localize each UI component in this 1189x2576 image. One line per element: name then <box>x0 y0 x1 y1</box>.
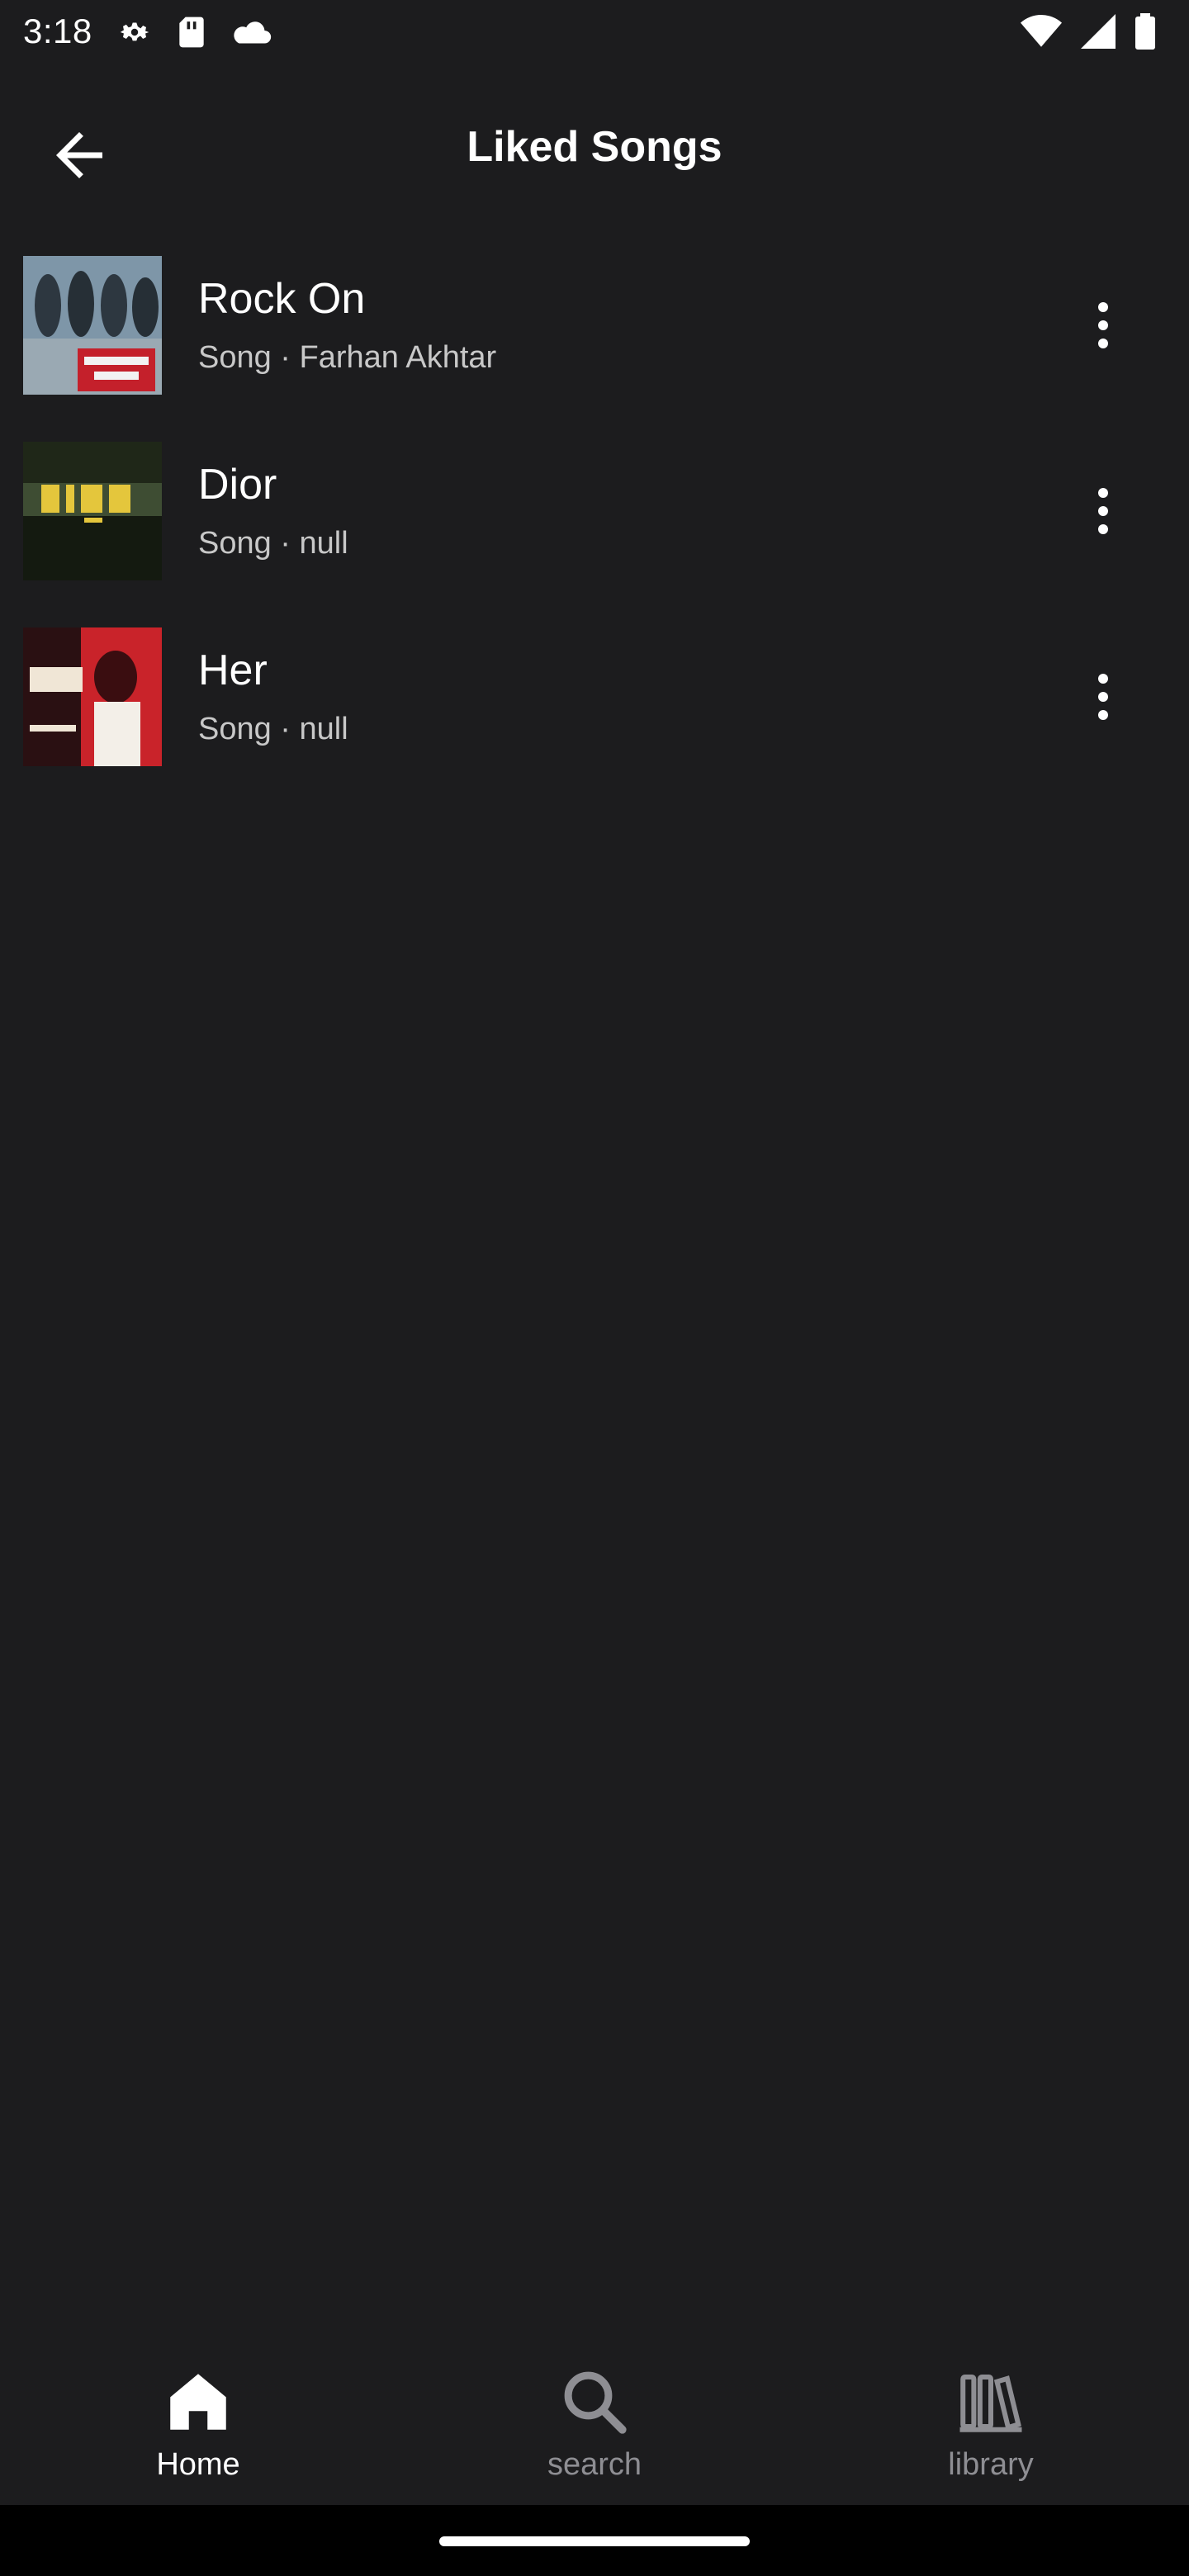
status-bar: 3:18 <box>0 0 1189 69</box>
album-art-rock-on <box>23 256 162 395</box>
home-icon <box>161 2365 235 2439</box>
app-bar: Liked Songs <box>0 69 1189 234</box>
nav-item-home[interactable]: Home <box>0 2332 396 2505</box>
system-gesture-area <box>0 2505 1189 2576</box>
song-row-her[interactable]: Her Song · null <box>0 619 1189 805</box>
battery-icon <box>1135 13 1156 54</box>
library-icon <box>954 2365 1028 2439</box>
song-title: Her <box>198 646 268 694</box>
more-options-button[interactable] <box>1073 647 1133 746</box>
more-vert-icon <box>1098 302 1108 348</box>
album-art-her <box>23 627 162 766</box>
nav-label-search: search <box>547 2447 642 2482</box>
search-icon <box>557 2365 632 2439</box>
sd-card-icon <box>175 14 208 54</box>
settings-icon <box>116 13 154 55</box>
more-vert-icon <box>1098 674 1108 720</box>
nav-label-library: library <box>948 2447 1034 2482</box>
song-title: Dior <box>198 461 277 509</box>
album-art-dior <box>23 442 162 580</box>
nav-item-library[interactable]: library <box>793 2332 1189 2505</box>
wifi-icon <box>1021 14 1062 53</box>
song-row-dior[interactable]: Dior Song · null <box>0 433 1189 619</box>
more-options-button[interactable] <box>1073 276 1133 375</box>
song-title: Rock On <box>198 275 366 323</box>
gesture-handle[interactable] <box>439 2536 750 2546</box>
signal-icon <box>1080 14 1116 53</box>
song-list: Rock On Song · Farhan Akhtar Dior Song ·… <box>0 248 1189 805</box>
song-row-rock-on[interactable]: Rock On Song · Farhan Akhtar <box>0 248 1189 433</box>
nav-label-home: Home <box>156 2447 240 2482</box>
song-subtitle: Song · null <box>198 526 348 561</box>
cloud-icon <box>230 16 274 53</box>
more-options-button[interactable] <box>1073 462 1133 561</box>
nav-item-search[interactable]: search <box>396 2332 793 2505</box>
page-title: Liked Songs <box>467 123 722 171</box>
status-time: 3:18 <box>23 12 92 50</box>
song-subtitle: Song · Farhan Akhtar <box>198 340 497 375</box>
bottom-navigation: Home search library <box>0 2332 1189 2505</box>
more-vert-icon <box>1098 488 1108 534</box>
song-subtitle: Song · null <box>198 712 348 746</box>
